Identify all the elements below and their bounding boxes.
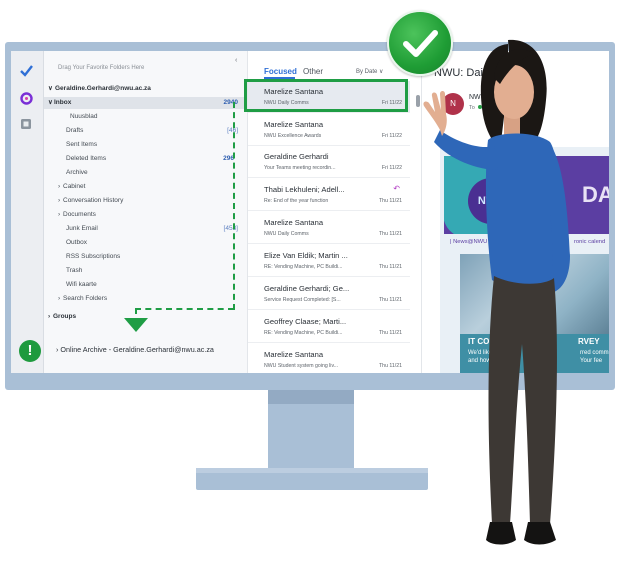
message-sender: Geraldine Gerhardi; Ge... — [264, 284, 350, 293]
guide-dashed-line — [135, 308, 137, 314]
message-date: Thu 11/21 — [379, 198, 402, 204]
online-archive-folder[interactable]: › Online Archive - Geraldine.Gerhardi@nw… — [56, 345, 214, 354]
folder-label: Drafts — [66, 127, 84, 134]
online-archive-label: Online Archive - Geraldine.Gerhardi@nwu.… — [60, 345, 214, 354]
message-item[interactable]: Marelize Santana NWU Excellence Awards F… — [248, 114, 410, 146]
chevron-right-icon: › — [58, 183, 61, 190]
message-subject: NWU Student system going liv... — [264, 363, 338, 369]
folder-label: Search Folders — [63, 295, 108, 302]
monitor-stand-base-top — [196, 468, 428, 473]
apps-icon[interactable] — [19, 117, 33, 131]
message-sender: Thabi Lekhuleni; Adell... — [264, 185, 345, 194]
chevron-down-icon: ∨ — [48, 99, 53, 106]
warning-icon: ! — [19, 340, 41, 362]
folder-label: Wifi kaarte — [66, 281, 97, 288]
chevron-right-icon: › — [58, 197, 61, 204]
presenter-illustration — [404, 24, 594, 564]
message-date: Fri 11/22 — [381, 133, 402, 139]
account-label: Geraldine.Gerhardi@nwu.ac.za — [55, 85, 151, 92]
message-subject: Service Request Completed: [S... — [264, 297, 341, 303]
message-item[interactable]: Geraldine Gerhardi Your Teams meeting re… — [248, 146, 410, 178]
folder-label: Archive — [66, 169, 88, 176]
folder-wifi-kaarte[interactable]: Wifi kaarte — [44, 279, 244, 291]
message-date: Thu 11/21 — [379, 231, 402, 237]
chevron-right-icon: › — [56, 345, 59, 354]
tab-other[interactable]: Other — [303, 67, 323, 76]
folder-inbox[interactable]: ∨ Inbox 2940 — [44, 97, 244, 109]
message-date: Thu 11/21 — [379, 330, 402, 336]
guide-arrow-down-icon — [124, 318, 148, 332]
folder-label: RSS Subscriptions — [66, 253, 121, 260]
message-subject: RE: Vending Machine, PC Buildi... — [264, 330, 343, 336]
folder-label: Cabinet — [63, 183, 86, 190]
message-sender: Geraldine Gerhardi — [264, 152, 329, 161]
message-subject: NWU Daily Comms — [264, 231, 309, 237]
folder-label: Nuusblad — [70, 113, 98, 120]
message-subject: NWU Excellence Awards — [264, 133, 322, 139]
sort-dropdown[interactable]: By Date ∨ — [356, 68, 383, 75]
folder-count: [458] — [223, 225, 238, 232]
message-subject: Re: End of the year function — [264, 198, 329, 204]
folder-label: Documents — [63, 211, 96, 218]
mail-check-icon[interactable] — [19, 63, 33, 77]
message-item[interactable]: Geoffrey Claase; Marti... RE: Vending Ma… — [248, 311, 410, 343]
folder-outbox[interactable]: Outbox — [44, 237, 244, 249]
message-date: Fri 11/22 — [381, 165, 402, 171]
monitor-stand-shadow — [268, 390, 354, 404]
collapse-pane-icon[interactable]: ‹ — [235, 57, 237, 64]
chevron-right-icon: › — [48, 313, 51, 320]
reply-icon: ↶ — [393, 184, 400, 193]
folder-documents[interactable]: › Documents — [44, 209, 244, 221]
account-row[interactable]: ∨ Geraldine.Gerhardi@nwu.ac.za — [44, 83, 244, 95]
folder-archive[interactable]: Archive — [44, 167, 244, 179]
folder-sent-items[interactable]: Sent Items — [44, 139, 244, 151]
folder-label: Sent Items — [66, 141, 98, 148]
folder-label: Deleted Items — [66, 155, 107, 162]
folder-search-folders[interactable]: › Search Folders — [44, 293, 244, 305]
chevron-right-icon: › — [58, 295, 61, 302]
folder-label: Junk Email — [66, 225, 98, 232]
message-sender: Marelize Santana — [264, 350, 324, 359]
folder-label: Trash — [66, 267, 83, 274]
folder-deleted-items[interactable]: Deleted Items 296 — [44, 153, 244, 165]
chevron-down-icon: ∨ — [48, 85, 53, 92]
message-sender: Marelize Santana — [264, 218, 324, 227]
folder-label: Inbox — [54, 99, 72, 106]
folder-nuusblad[interactable]: Nuusblad — [44, 111, 244, 123]
folder-cabinet[interactable]: › Cabinet — [44, 181, 244, 193]
message-item[interactable]: Marelize Santana NWU Student system goin… — [248, 344, 410, 373]
guide-dashed-line — [135, 308, 234, 310]
message-item[interactable]: Elize Van Eldik; Martin ... RE: Vending … — [248, 245, 410, 277]
folder-label: Conversation History — [63, 197, 124, 204]
copilot-icon[interactable] — [19, 91, 33, 105]
message-sender: Elize Van Eldik; Martin ... — [264, 251, 348, 260]
selected-message-highlight — [244, 79, 408, 112]
message-date: Thu 11/21 — [379, 363, 402, 369]
tab-focused[interactable]: Focused — [264, 67, 297, 76]
message-subject: RE: Vending Machine, PC Buildi... — [264, 264, 343, 270]
message-date: Thu 11/21 — [379, 264, 402, 270]
folder-count: 2940 — [223, 99, 238, 106]
favorites-drop-hint: Drag Your Favorite Folders Here — [58, 65, 145, 71]
folder-drafts[interactable]: Drafts [46] — [44, 125, 244, 137]
folder-rss-subscriptions[interactable]: RSS Subscriptions — [44, 251, 244, 263]
folder-junk-email[interactable]: Junk Email [458] — [44, 223, 244, 235]
folder-label: Outbox — [66, 239, 87, 246]
message-item[interactable]: Geraldine Gerhardi; Ge... Service Reques… — [248, 278, 410, 310]
guide-dashed-line — [233, 102, 235, 310]
message-date: Thu 11/21 — [379, 297, 402, 303]
app-rail — [11, 51, 44, 373]
message-sender: Marelize Santana — [264, 120, 324, 129]
folder-conversation-history[interactable]: › Conversation History — [44, 195, 244, 207]
message-subject: Your Teams meeting recordin... — [264, 165, 336, 171]
chevron-right-icon: › — [58, 211, 61, 218]
message-sender: Geoffrey Claase; Marti... — [264, 317, 347, 326]
folder-trash[interactable]: Trash — [44, 265, 244, 277]
message-item[interactable]: Marelize Santana NWU Daily Comms Thu 11/… — [248, 212, 410, 244]
message-item[interactable]: Thabi Lekhuleni; Adell... ↶ Re: End of t… — [248, 179, 410, 211]
folder-label: Groups — [53, 313, 77, 320]
